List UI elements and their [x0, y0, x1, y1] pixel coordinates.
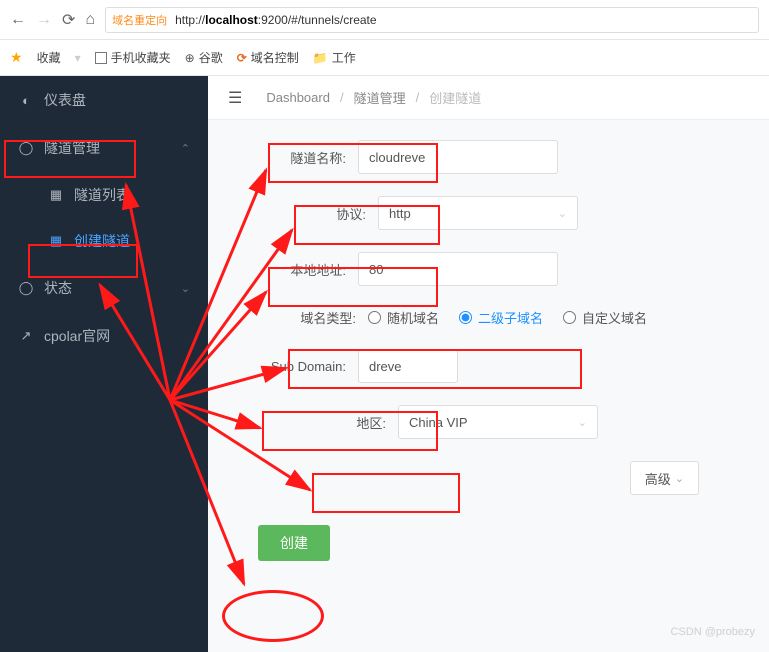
- chevron-up-icon: ⌃: [181, 142, 190, 155]
- main-content: ☰ Dashboard / 隧道管理 / 创建隧道 隧道名称: 协议: http…: [208, 76, 769, 652]
- radio-random-domain[interactable]: 随机域名: [368, 308, 439, 327]
- label-local-addr: 本地地址:: [268, 260, 358, 279]
- bookmark-work[interactable]: 📁工作: [313, 49, 356, 66]
- radio-custom-domain[interactable]: 自定义域名: [563, 308, 647, 327]
- url-text: http://localhost:9200/#/tunnels/create: [175, 13, 376, 27]
- label-protocol: 协议:: [288, 204, 378, 223]
- crumb-current: 创建隧道: [429, 88, 481, 107]
- sidebar-item-official-site[interactable]: ↗ cpolar官网: [0, 312, 208, 360]
- bookmark-domainctrl[interactable]: ⟳域名控制: [237, 49, 299, 66]
- select-protocol[interactable]: http ⌄: [378, 196, 578, 230]
- bookmarks-bar: ★ 收藏 ▾ 手机收藏夹 ⊕谷歌 ⟳域名控制 📁工作: [0, 40, 769, 76]
- home-icon[interactable]: ⌂: [85, 11, 95, 29]
- create-button[interactable]: 创建: [258, 525, 330, 561]
- reload-icon[interactable]: ⟳: [62, 10, 75, 30]
- watermark: CSDN @probezy: [670, 626, 755, 638]
- bookmark-fav[interactable]: 收藏: [37, 49, 61, 66]
- ring-icon: ◯: [18, 280, 34, 296]
- input-subdomain[interactable]: [358, 349, 458, 383]
- input-local-addr[interactable]: [358, 252, 558, 286]
- select-region[interactable]: China VIP ⌄: [398, 405, 598, 439]
- address-bar[interactable]: 域名重定向 http://localhost:9200/#/tunnels/cr…: [105, 7, 759, 33]
- crumb-root[interactable]: Dashboard: [266, 90, 330, 105]
- sidebar: ◐ 仪表盘 ◯ 隧道管理 ⌃ ▦ 隧道列表 ▦ 创建隧道 ◯ 状态 ⌄ ↗ cp…: [0, 76, 208, 652]
- grid-icon: ▦: [48, 187, 64, 203]
- sidebar-item-tunnel-mgmt[interactable]: ◯ 隧道管理 ⌃: [0, 124, 208, 172]
- label-tunnel-name: 隧道名称:: [268, 148, 358, 167]
- sidebar-item-status[interactable]: ◯ 状态 ⌄: [0, 264, 208, 312]
- label-region: 地区:: [308, 413, 398, 432]
- crumb-mid[interactable]: 隧道管理: [354, 88, 406, 107]
- sidebar-item-tunnel-create[interactable]: ▦ 创建隧道: [0, 218, 208, 264]
- gauge-icon: ◐: [18, 93, 34, 108]
- label-subdomain: Sub Domain:: [258, 359, 358, 374]
- bookmark-google[interactable]: ⊕谷歌: [185, 49, 223, 66]
- chevron-down-icon: ⌄: [675, 472, 684, 485]
- ring-icon: ◯: [18, 140, 34, 156]
- domain-type-group: 随机域名 二级子域名 自定义域名: [368, 308, 739, 327]
- bookmark-mobile[interactable]: 手机收藏夹: [95, 49, 171, 66]
- radio-sub-domain[interactable]: 二级子域名: [459, 308, 543, 327]
- browser-toolbar: ← → ⟳ ⌂ 域名重定向 http://localhost:9200/#/tu…: [0, 0, 769, 40]
- advanced-button[interactable]: 高级⌄: [630, 461, 699, 495]
- redirect-tag: 域名重定向: [112, 12, 167, 28]
- grid-icon: ▦: [48, 233, 64, 249]
- chevron-down-icon: ⌄: [578, 416, 587, 429]
- menu-icon[interactable]: ☰: [228, 88, 242, 108]
- back-icon[interactable]: ←: [10, 11, 26, 29]
- external-link-icon: ↗: [18, 328, 34, 344]
- app-body: ◐ 仪表盘 ◯ 隧道管理 ⌃ ▦ 隧道列表 ▦ 创建隧道 ◯ 状态 ⌄ ↗ cp…: [0, 76, 769, 652]
- breadcrumb: ☰ Dashboard / 隧道管理 / 创建隧道: [208, 76, 769, 120]
- star-icon[interactable]: ★: [10, 49, 23, 66]
- tunnel-form: 隧道名称: 协议: http ⌄ 本地地址: 域名类型: 随机域名: [208, 120, 769, 581]
- sidebar-item-tunnel-list[interactable]: ▦ 隧道列表: [0, 172, 208, 218]
- forward-icon[interactable]: →: [36, 11, 52, 29]
- label-domain-type: 域名类型:: [278, 308, 368, 327]
- input-tunnel-name[interactable]: [358, 140, 558, 174]
- chevron-down-icon: ⌄: [558, 207, 567, 220]
- chevron-down-icon: ⌄: [181, 282, 190, 295]
- sidebar-item-dashboard[interactable]: ◐ 仪表盘: [0, 76, 208, 124]
